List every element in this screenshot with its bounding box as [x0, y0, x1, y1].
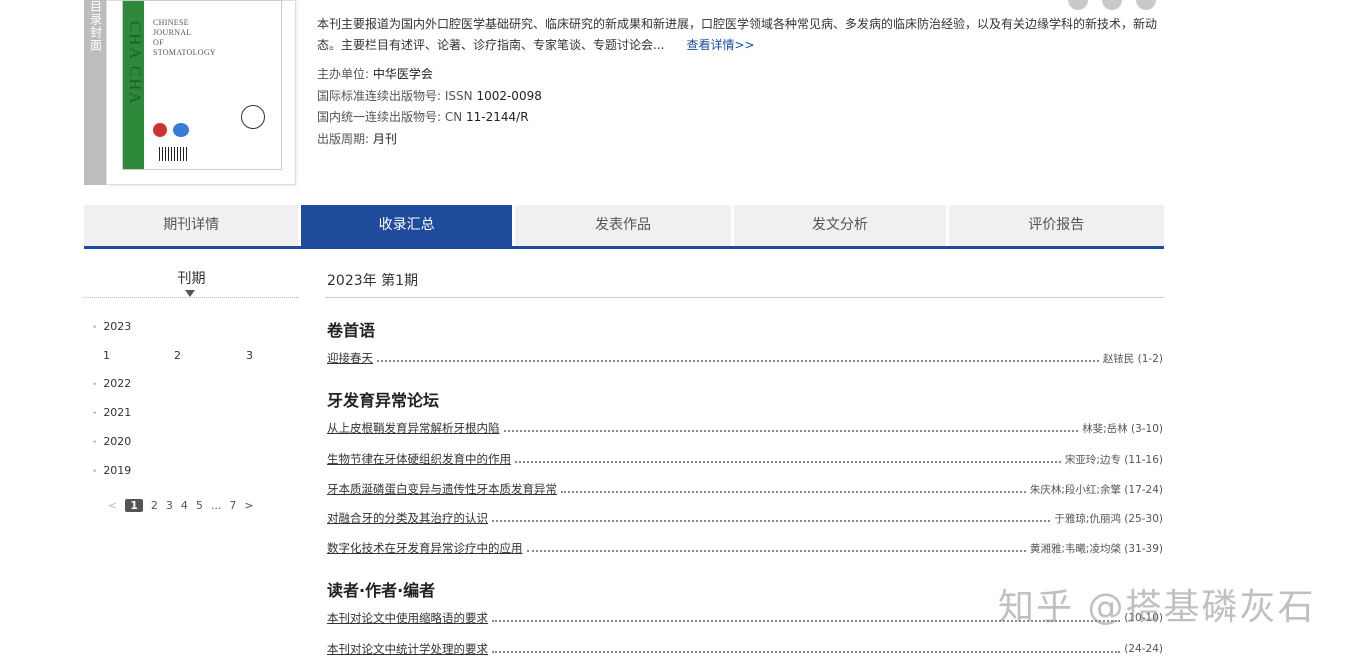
article-authors: (24-24) — [1124, 643, 1163, 655]
year-2021[interactable]: 2021 — [92, 406, 131, 419]
article-title-link[interactable]: 本刊对论文中使用缩略语的要求 — [327, 610, 488, 626]
article-row: 对融合牙的分类及其治疗的认识 于雅琼;仇丽鸿 (25-30) — [327, 510, 1163, 526]
cover-band: CHA CHA — [123, 1, 144, 169]
article-authors: 朱庆林;段小红;余擎 (17-24) — [1029, 483, 1163, 496]
article-authors: 林斐;岳林 (3-10) — [1082, 422, 1163, 435]
journal-description: 本刊主要报道为国内外口腔医学基础研究、临床研究的新成果和新进展，口腔医学领域各种… — [317, 14, 1167, 56]
article-title-link[interactable]: 对融合牙的分类及其治疗的认识 — [327, 510, 488, 526]
pager-ellipsis: ... — [210, 499, 222, 512]
meta-cn: 国内统一连续出版物号: CN 11-2144/R — [317, 108, 529, 125]
journal-cover-image: CHA CHA CHINESE JOURNAL OF STOMATOLOGY — [122, 0, 282, 170]
meta-issn: 国际标准连续出版物号: ISSN 1002-0098 — [317, 87, 542, 104]
section-heading: 卷首语 — [327, 321, 376, 340]
meta-value: 11-2144/R — [466, 110, 529, 124]
tab-evaluation-report[interactable]: 评价报告 — [948, 205, 1164, 246]
article-row: 生物节律在牙体硬组织发育中的作用 宋亚玲;边专 (11-16) — [327, 451, 1163, 467]
divider — [325, 297, 1164, 298]
year-2020[interactable]: 2020 — [92, 435, 131, 448]
issue-link[interactable]: 1 — [103, 349, 110, 362]
article-row: 数字化技术在牙发育异常诊疗中的应用 黄湘雅;韦曦;凌均棨 (31-39) — [327, 540, 1163, 556]
meta-sponsor: 主办单位: 中华医学会 — [317, 65, 433, 82]
article-title-link[interactable]: 牙本质涎磷蛋白变异与遗传性牙本质发育异常 — [327, 481, 557, 497]
cover-title: CHINESE JOURNAL OF STOMATOLOGY — [153, 18, 216, 58]
section-heading: 牙发育异常论坛 — [327, 391, 440, 410]
pager-page[interactable]: 4 — [181, 499, 188, 512]
pager-prev[interactable]: < — [108, 499, 117, 512]
issue-link[interactable]: 3 — [246, 349, 253, 362]
article-title-link[interactable]: 生物节律在牙体硬组织发育中的作用 — [327, 451, 511, 467]
cover-side-label: 目录封面 — [88, 0, 103, 52]
meta-label: 国内统一连续出版物号: CN — [317, 110, 467, 124]
cover-band-text: CHA CHA — [126, 21, 143, 106]
pager-page[interactable]: 5 — [196, 499, 203, 512]
cover-title-line: STOMATOLOGY — [153, 48, 217, 57]
issue-panel-title: 刊期 — [177, 271, 206, 287]
year-2023[interactable]: 2023 — [92, 320, 131, 333]
dot-leader — [526, 544, 1026, 552]
tab-journal-details[interactable]: 期刊详情 — [84, 205, 299, 246]
article-authors: 于雅琼;仇丽鸿 (25-30) — [1054, 512, 1163, 525]
barcode-icon — [159, 147, 187, 161]
article-authors: 赵铱民 (1-2) — [1102, 352, 1163, 365]
meta-label: 出版周期: — [317, 132, 373, 146]
tab-indexing-summary[interactable]: 收录汇总 — [301, 205, 512, 246]
article-title-link[interactable]: 迎接春天 — [327, 350, 373, 366]
cma-seal-icon — [241, 105, 265, 129]
article-row: 牙本质涎磷蛋白变异与遗传性牙本质发育异常 朱庆林;段小红;余擎 (17-24) — [327, 481, 1163, 497]
pagination: < 1 2 3 4 5 ... 7 > — [108, 499, 262, 512]
pager-next[interactable]: > — [244, 499, 253, 512]
dot-leader — [492, 514, 1051, 522]
article-authors: 黄湘雅;韦曦;凌均棨 (31-39) — [1029, 542, 1163, 555]
meta-value: 1002-0098 — [476, 89, 542, 103]
article-authors: 宋亚玲;边专 (11-16) — [1064, 453, 1163, 466]
year-2022[interactable]: 2022 — [92, 377, 131, 390]
current-issue-title: 2023年 第1期 — [327, 273, 418, 289]
journal-tabs: 期刊详情 收录汇总 发表作品 发文分析 评价报告 — [84, 205, 1164, 249]
cover-title-line: OF — [153, 38, 164, 47]
pager-page[interactable]: 1 — [125, 499, 143, 512]
article-row: 从上皮根鞘发育异常解析牙根内陷 林斐;岳林 (3-10) — [327, 420, 1163, 436]
tab-publication-analysis[interactable]: 发文分析 — [734, 205, 946, 246]
divider — [84, 297, 299, 298]
section-heading: 读者·作者·编者 — [327, 581, 436, 600]
article-title-link[interactable]: 从上皮根鞘发育异常解析牙根内陷 — [327, 420, 500, 436]
share-icon[interactable] — [1068, 0, 1088, 10]
pager-page[interactable]: 7 — [229, 499, 236, 512]
meta-value: 月刊 — [372, 132, 397, 146]
meta-label: 主办单位: — [317, 67, 373, 81]
meta-label: 国际标准连续出版物号: ISSN — [317, 89, 477, 103]
watermark: 知乎 @搭基磷灰石 — [998, 587, 1316, 628]
cover-logo-icon — [153, 123, 167, 137]
share-icon[interactable] — [1102, 0, 1122, 10]
article-title-link[interactable]: 数字化技术在牙发育异常诊疗中的应用 — [327, 540, 523, 556]
view-details-link[interactable]: 查看详情>> — [686, 38, 754, 52]
cover-title-line: JOURNAL — [153, 28, 192, 37]
dot-leader — [515, 455, 1061, 463]
dot-leader — [377, 354, 1099, 362]
issue-link[interactable]: 2 — [174, 349, 181, 362]
cover-side-tab[interactable]: 目录封面 — [84, 0, 106, 185]
dot-leader — [561, 485, 1026, 493]
cover-title-line: CHINESE — [153, 18, 189, 27]
caret-down-icon — [185, 290, 195, 297]
tab-published-works[interactable]: 发表作品 — [514, 205, 732, 246]
pager-page[interactable]: 3 — [166, 499, 173, 512]
dot-leader — [503, 424, 1079, 432]
share-icon[interactable] — [1136, 0, 1156, 10]
year-2019[interactable]: 2019 — [92, 464, 131, 477]
article-row: 迎接春天 赵铱民 (1-2) — [327, 350, 1163, 366]
cover-logo-icon — [173, 123, 189, 137]
meta-value: 中华医学会 — [372, 67, 433, 81]
dot-leader — [492, 645, 1121, 653]
meta-frequency: 出版周期: 月刊 — [317, 130, 397, 147]
pager-page[interactable]: 2 — [151, 499, 158, 512]
